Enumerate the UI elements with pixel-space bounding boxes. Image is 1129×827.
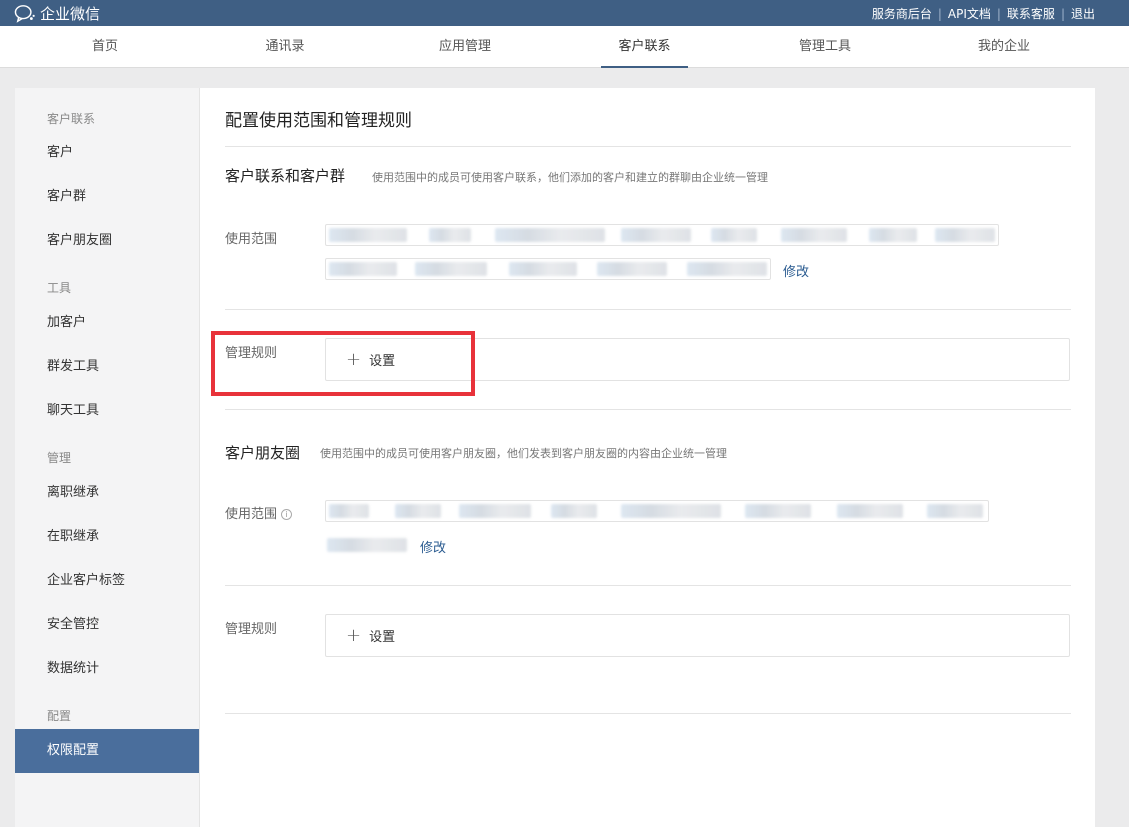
sidebar: 客户联系 客户 客户群 客户朋友圈 工具 加客户 群发工具 聊天工具 管理 离职… bbox=[15, 88, 200, 827]
member-chip[interactable] bbox=[509, 262, 577, 276]
scope-label-2: 使用范围 i bbox=[225, 503, 293, 522]
rule-label-2: 管理规则 bbox=[225, 622, 278, 637]
member-chip[interactable] bbox=[781, 228, 847, 242]
member-chip[interactable] bbox=[327, 538, 407, 552]
top-bar: 企业微信 服务商后台 | API文档 | 联系客服 | 退出 bbox=[0, 0, 1129, 26]
main-content: 配置使用范围和管理规则 客户联系和客户群 使用范围中的成员可使用客户联系，他们添… bbox=[200, 88, 1095, 827]
sidebar-section-management: 管理 bbox=[47, 451, 72, 465]
divider: | bbox=[937, 6, 942, 21]
sidebar-item-customer-groups[interactable]: 客户群 bbox=[15, 175, 199, 219]
divider bbox=[225, 713, 1071, 714]
plus-icon: + bbox=[346, 624, 362, 646]
scope-label: 使用范围 bbox=[225, 232, 278, 247]
tab-home[interactable]: 首页 bbox=[60, 26, 150, 68]
tab-customer-contact[interactable]: 客户联系 bbox=[601, 26, 688, 68]
sidebar-item-onjob-transfer[interactable]: 在职继承 bbox=[15, 515, 199, 559]
sidebar-item-customers[interactable]: 客户 bbox=[15, 131, 199, 175]
member-chip[interactable] bbox=[551, 504, 597, 518]
section-desc-customer-contact: 使用范围中的成员可使用客户联系，他们添加的客户和建立的群聊由企业统一管理 bbox=[372, 171, 768, 184]
member-chip[interactable] bbox=[711, 228, 757, 242]
member-chip[interactable] bbox=[329, 262, 397, 276]
edit-scope-link[interactable]: 修改 bbox=[783, 261, 809, 280]
member-chip[interactable] bbox=[621, 504, 721, 518]
sidebar-item-permission-config[interactable]: 权限配置 bbox=[15, 729, 199, 773]
section-title-customer-contact: 客户联系和客户群 bbox=[225, 167, 346, 185]
set-rule-button-2[interactable]: + 设置 bbox=[346, 626, 395, 645]
member-chip[interactable] bbox=[495, 228, 605, 242]
brand-name: 企业微信 bbox=[40, 5, 101, 23]
section-desc-moments: 使用范围中的成员可使用客户朋友圈，他们发表到客户朋友圈的内容由企业统一管理 bbox=[320, 447, 727, 460]
sidebar-section-tools: 工具 bbox=[47, 281, 72, 295]
contact-support-link[interactable]: 联系客服 bbox=[1007, 5, 1055, 22]
member-chip[interactable] bbox=[935, 228, 995, 242]
divider bbox=[225, 585, 1071, 586]
info-icon[interactable]: i bbox=[281, 509, 293, 520]
edit-scope-link-2[interactable]: 修改 bbox=[420, 537, 446, 556]
rule-box-2: + 设置 bbox=[325, 614, 1070, 657]
sidebar-item-data-statistics[interactable]: 数据统计 bbox=[15, 647, 199, 691]
page-title: 配置使用范围和管理规则 bbox=[225, 111, 412, 131]
page-gutter bbox=[1095, 68, 1129, 827]
member-chip[interactable] bbox=[837, 504, 903, 518]
sidebar-item-mass-send[interactable]: 群发工具 bbox=[15, 345, 199, 389]
tab-management-tools[interactable]: 管理工具 bbox=[780, 26, 870, 68]
member-chip[interactable] bbox=[597, 262, 667, 276]
member-chip[interactable] bbox=[429, 228, 471, 242]
divider: | bbox=[996, 6, 1001, 21]
divider bbox=[225, 409, 1071, 410]
sidebar-section-config: 配置 bbox=[47, 709, 72, 723]
member-chip[interactable] bbox=[687, 262, 767, 276]
highlight-annotation bbox=[211, 331, 475, 396]
sidebar-item-security-control[interactable]: 安全管控 bbox=[15, 603, 199, 647]
wecom-logo-icon bbox=[14, 4, 35, 23]
sidebar-item-resigned-transfer[interactable]: 离职继承 bbox=[15, 471, 199, 515]
sidebar-section-customer-contact: 客户联系 bbox=[47, 112, 96, 126]
scope-label-text: 使用范围 bbox=[225, 507, 278, 522]
vendor-console-link[interactable]: 服务商后台 bbox=[872, 5, 932, 22]
member-chip[interactable] bbox=[329, 504, 369, 518]
logout-link[interactable]: 退出 bbox=[1071, 5, 1095, 22]
top-links: 服务商后台 | API文档 | 联系客服 | 退出 bbox=[872, 5, 1095, 22]
sidebar-item-chat-tools[interactable]: 聊天工具 bbox=[15, 389, 199, 433]
divider bbox=[225, 309, 1071, 310]
sidebar-item-moments[interactable]: 客户朋友圈 bbox=[15, 219, 199, 263]
brand[interactable]: 企业微信 bbox=[14, 3, 100, 24]
member-chip[interactable] bbox=[621, 228, 691, 242]
member-chip[interactable] bbox=[415, 262, 487, 276]
tab-app-management[interactable]: 应用管理 bbox=[420, 26, 510, 68]
member-chip[interactable] bbox=[745, 504, 811, 518]
member-chip[interactable] bbox=[329, 228, 407, 242]
divider: | bbox=[1060, 6, 1065, 21]
member-chip[interactable] bbox=[459, 504, 531, 518]
set-rule-label-2: 设置 bbox=[369, 630, 396, 645]
divider bbox=[225, 146, 1071, 147]
member-chip[interactable] bbox=[869, 228, 917, 242]
section-title-moments: 客户朋友圈 bbox=[225, 444, 301, 462]
sidebar-item-add-customer[interactable]: 加客户 bbox=[15, 301, 199, 345]
tab-contacts[interactable]: 通讯录 bbox=[240, 26, 330, 68]
member-chip[interactable] bbox=[395, 504, 441, 518]
main-nav: 首页 通讯录 应用管理 客户联系 管理工具 我的企业 bbox=[0, 26, 1129, 68]
api-docs-link[interactable]: API文档 bbox=[948, 5, 991, 22]
member-chip[interactable] bbox=[927, 504, 983, 518]
tab-my-enterprise[interactable]: 我的企业 bbox=[958, 26, 1050, 68]
sidebar-item-customer-tags[interactable]: 企业客户标签 bbox=[15, 559, 199, 603]
